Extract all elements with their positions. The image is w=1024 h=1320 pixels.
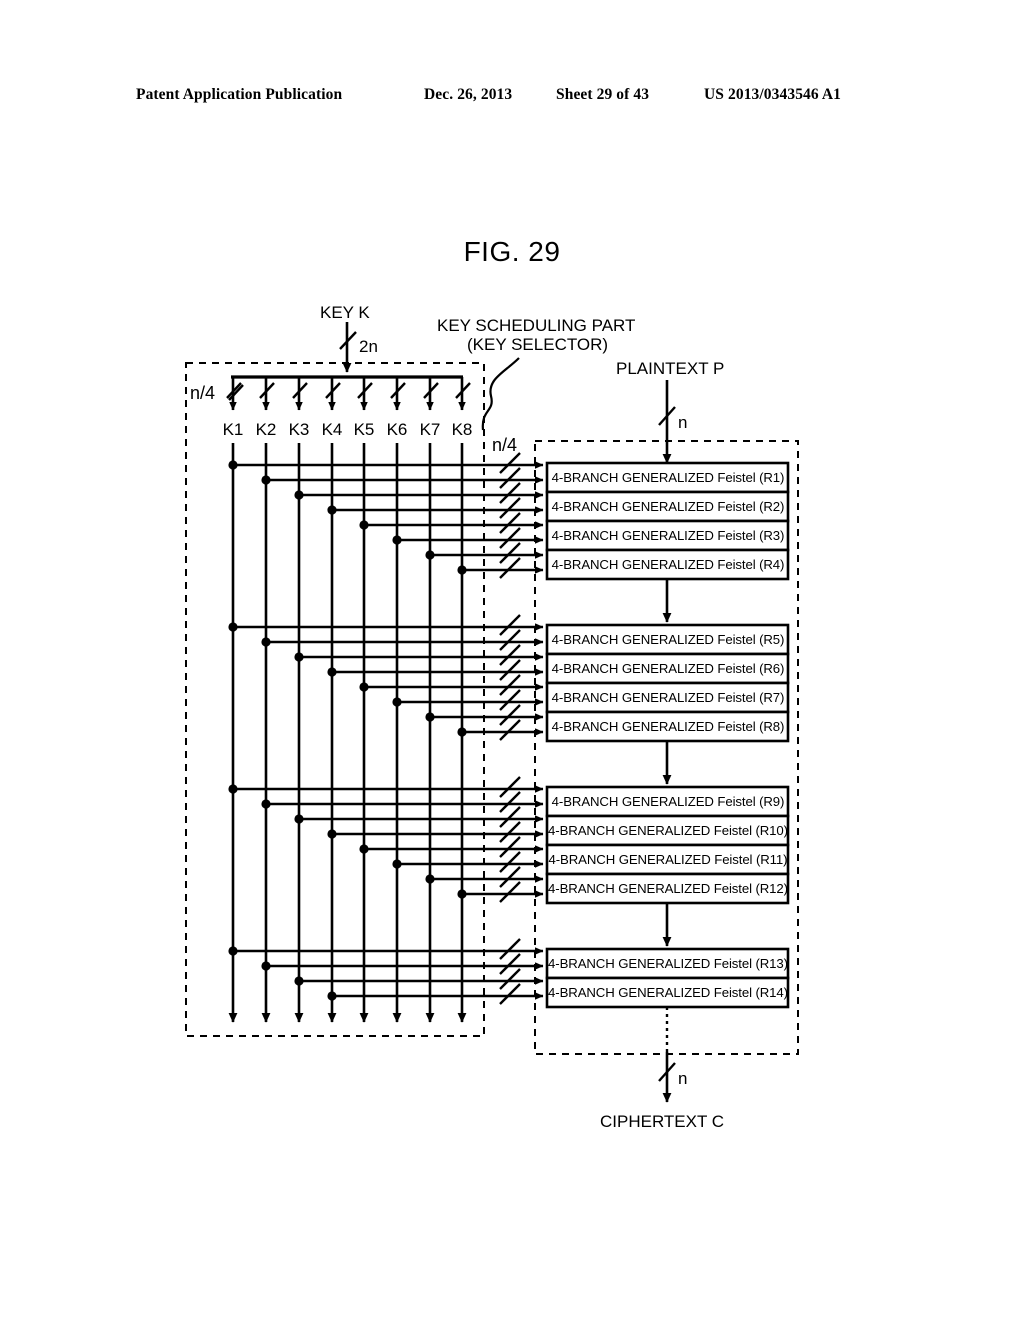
feistel-box-r6-label: 4-BRANCH GENERALIZED Feistel (R6) bbox=[552, 661, 785, 676]
key-label-k6: K6 bbox=[387, 420, 408, 439]
key-label-k3: K3 bbox=[289, 420, 310, 439]
key-label-k7: K7 bbox=[420, 420, 441, 439]
feistel-box-r2-label: 4-BRANCH GENERALIZED Feistel (R2) bbox=[552, 499, 785, 514]
key-label-k4: K4 bbox=[322, 420, 343, 439]
key-label-k8: K8 bbox=[452, 420, 473, 439]
round-group-1: 4-BRANCH GENERALIZED Feistel (R1) 4-BRAN… bbox=[228, 452, 790, 581]
feistel-box-r11-label: 4-BRANCH GENERALIZED Feistel (R11) bbox=[549, 852, 788, 867]
feistel-box-r5-label: 4-BRANCH GENERALIZED Feistel (R5) bbox=[552, 632, 785, 647]
feistel-box-r10-label: 4-BRANCH GENERALIZED Feistel (R10) bbox=[548, 823, 788, 838]
feistel-box-r12-label: 4-BRANCH GENERALIZED Feistel (R12) bbox=[548, 881, 788, 896]
key-label-k1: K1 bbox=[223, 420, 244, 439]
key-scheduling-leader-line bbox=[481, 357, 520, 431]
feistel-box-r13-label: 4-BRANCH GENERALIZED Feistel (R13) bbox=[548, 956, 788, 971]
figure-29-diagram: KEY K 2n KEY SCHEDULING PART (KEY SELECT… bbox=[185, 303, 799, 1131]
key-label-k5: K5 bbox=[354, 420, 375, 439]
key-bus-vertical-lines bbox=[228, 443, 467, 1023]
round-group-3: 4-BRANCH GENERALIZED Feistel (R9) 4-BRAN… bbox=[228, 776, 790, 905]
key-k-label: KEY K bbox=[320, 303, 370, 322]
ciphertext-label: CIPHERTEXT C bbox=[600, 1112, 724, 1131]
round-group-2: 4-BRANCH GENERALIZED Feistel (R5) 4-BRAN… bbox=[228, 614, 790, 743]
plaintext-width-label: n bbox=[678, 413, 687, 432]
key-drop-arrows bbox=[226, 377, 471, 411]
feistel-box-r8-label: 4-BRANCH GENERALIZED Feistel (R8) bbox=[552, 719, 785, 734]
feistel-box-r7-label: 4-BRANCH GENERALIZED Feistel (R7) bbox=[552, 690, 785, 705]
subkey-width-label-left: n/4 bbox=[190, 383, 215, 403]
round-group-4: 4-BRANCH GENERALIZED Feistel (R13) 4-BRA… bbox=[228, 938, 790, 1009]
feistel-box-r3-label: 4-BRANCH GENERALIZED Feistel (R3) bbox=[552, 528, 785, 543]
subkey-width-label-right: n/4 bbox=[492, 435, 517, 455]
feistel-box-r14-label: 4-BRANCH GENERALIZED Feistel (R14) bbox=[548, 985, 788, 1000]
plaintext-label: PLAINTEXT P bbox=[616, 359, 724, 378]
ciphertext-width-label: n bbox=[678, 1069, 687, 1088]
key-scheduling-label-line1: KEY SCHEDULING PART bbox=[437, 316, 635, 335]
key-k-width-label: 2n bbox=[359, 337, 378, 356]
key-scheduling-label-line2: (KEY SELECTOR) bbox=[467, 335, 608, 354]
feistel-box-r4-label: 4-BRANCH GENERALIZED Feistel (R4) bbox=[552, 557, 785, 572]
feistel-box-r9-label: 4-BRANCH GENERALIZED Feistel (R9) bbox=[552, 794, 785, 809]
feistel-box-r1-label: 4-BRANCH GENERALIZED Feistel (R1) bbox=[552, 470, 785, 485]
patent-figure-page: Patent Application Publication Dec. 26, … bbox=[0, 0, 1024, 1320]
key-label-k2: K2 bbox=[256, 420, 277, 439]
